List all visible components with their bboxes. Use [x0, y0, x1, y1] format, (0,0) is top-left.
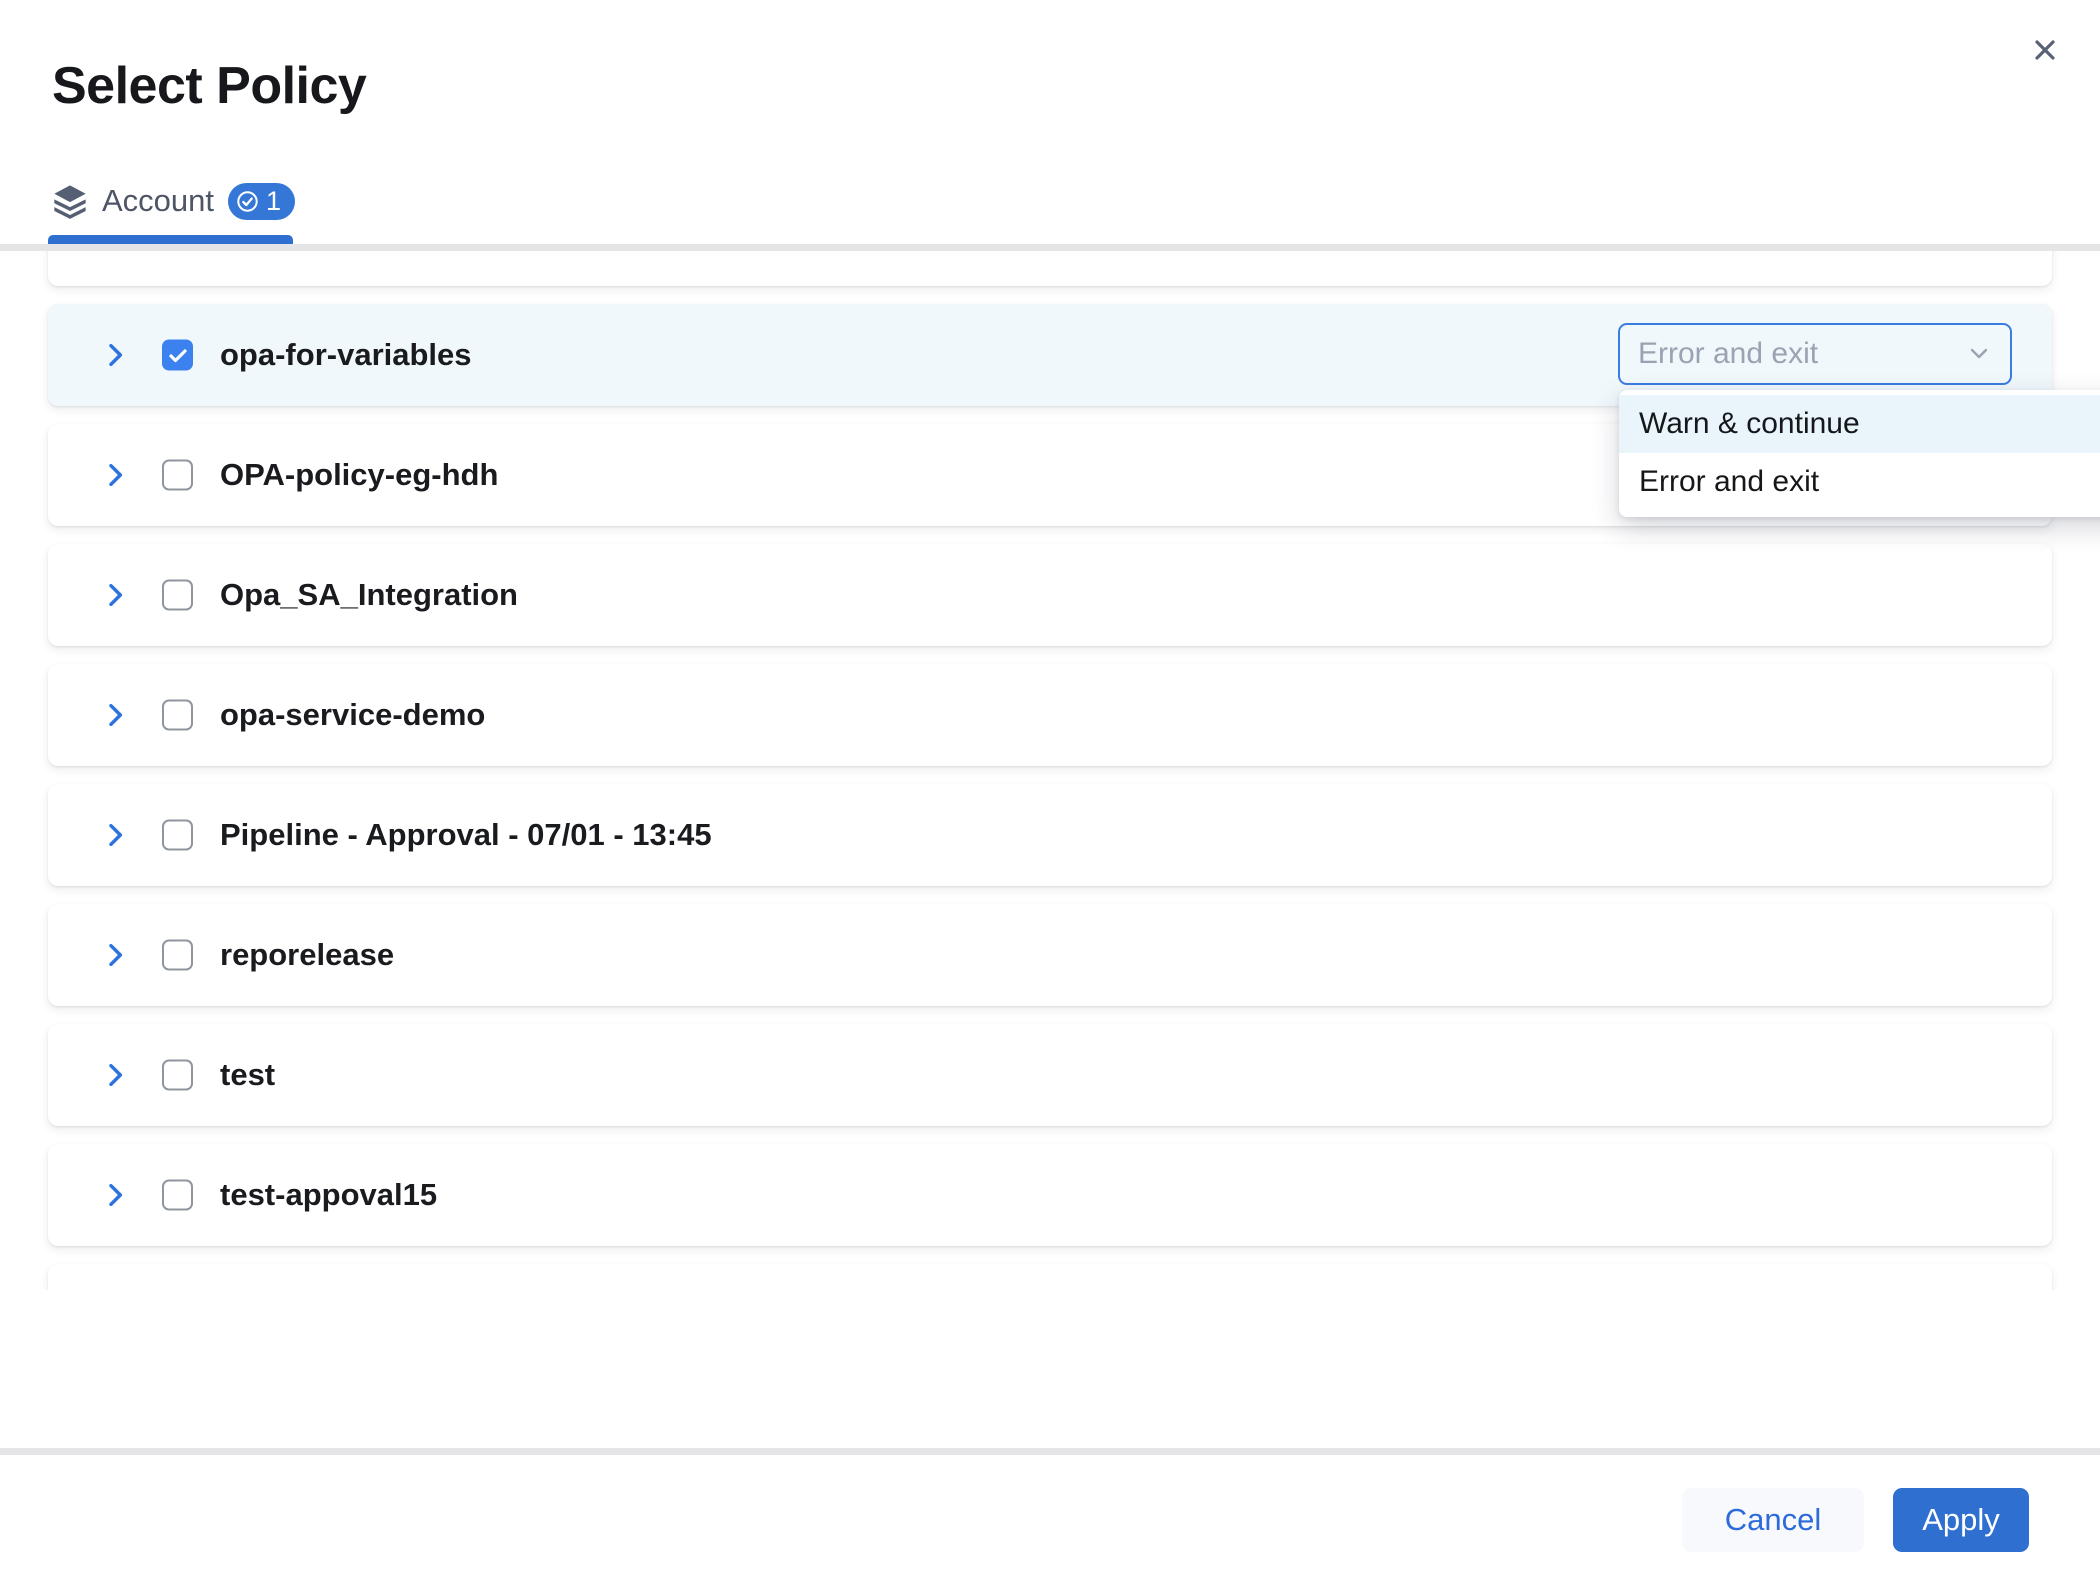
tab-label: Account: [102, 183, 214, 219]
policy-label: test-appoval15: [220, 1177, 437, 1213]
policy-label: OPA-policy-eg-hdh: [220, 457, 498, 493]
policy-checkbox[interactable]: [162, 940, 193, 971]
chevron-right-icon[interactable]: [98, 1058, 132, 1092]
policy-row[interactable]: reporelease: [48, 904, 2052, 1006]
policy-label: opa-service-demo: [220, 697, 485, 733]
policy-label: opa-for-variables: [220, 337, 472, 373]
chevron-right-icon[interactable]: [98, 698, 132, 732]
selected-count-badge: 1: [228, 183, 295, 220]
chevron-right-icon[interactable]: [98, 818, 132, 852]
policy-action-select[interactable]: Error and exit: [1618, 323, 2012, 385]
layers-icon: [52, 182, 88, 220]
tab-account[interactable]: Account 1: [52, 180, 295, 222]
policy-checkbox[interactable]: [162, 460, 193, 491]
active-tab-indicator: [48, 235, 293, 244]
policy-checkbox[interactable]: [162, 820, 193, 851]
divider: [0, 244, 2100, 251]
policy-row[interactable]: opa-service-demo: [48, 664, 2052, 766]
policy-label: test: [220, 1057, 275, 1093]
check-circle-icon: [236, 190, 259, 213]
policy-row[interactable]: [48, 1264, 2052, 1290]
policy-row[interactable]: [48, 251, 2052, 286]
chevron-right-icon[interactable]: [98, 338, 132, 372]
page-title: Select Policy: [52, 56, 366, 116]
policy-row[interactable]: Pipeline - Approval - 07/01 - 13:45: [48, 784, 2052, 886]
policy-row[interactable]: test-appoval15: [48, 1144, 2052, 1246]
chevron-right-icon[interactable]: [98, 938, 132, 972]
chevron-right-icon[interactable]: [98, 1178, 132, 1212]
chevron-right-icon[interactable]: [98, 578, 132, 612]
select-value: Error and exit: [1638, 337, 1964, 371]
badge-count: 1: [266, 186, 281, 217]
dropdown-option[interactable]: Warn & continue: [1619, 395, 2100, 453]
policy-label: Opa_SA_Integration: [220, 577, 518, 613]
policy-checkbox[interactable]: [162, 1180, 193, 1211]
policy-row[interactable]: test: [48, 1024, 2052, 1126]
policy-row[interactable]: Opa_SA_Integration: [48, 544, 2052, 646]
policy-checkbox[interactable]: [162, 340, 193, 371]
chevron-down-icon: [1964, 339, 1994, 369]
dropdown-menu: Warn & continueError and exit: [1619, 390, 2100, 517]
policy-label: reporelease: [220, 937, 394, 973]
policy-checkbox[interactable]: [162, 580, 193, 611]
dropdown-option[interactable]: Error and exit: [1619, 453, 2100, 511]
apply-button[interactable]: Apply: [1893, 1488, 2029, 1552]
chevron-right-icon[interactable]: [98, 458, 132, 492]
close-icon[interactable]: [2021, 26, 2069, 74]
policy-label: Pipeline - Approval - 07/01 - 13:45: [220, 817, 712, 853]
policy-checkbox[interactable]: [162, 700, 193, 731]
cancel-button[interactable]: Cancel: [1682, 1488, 1864, 1552]
divider: [0, 1448, 2100, 1455]
policy-checkbox[interactable]: [162, 1060, 193, 1091]
